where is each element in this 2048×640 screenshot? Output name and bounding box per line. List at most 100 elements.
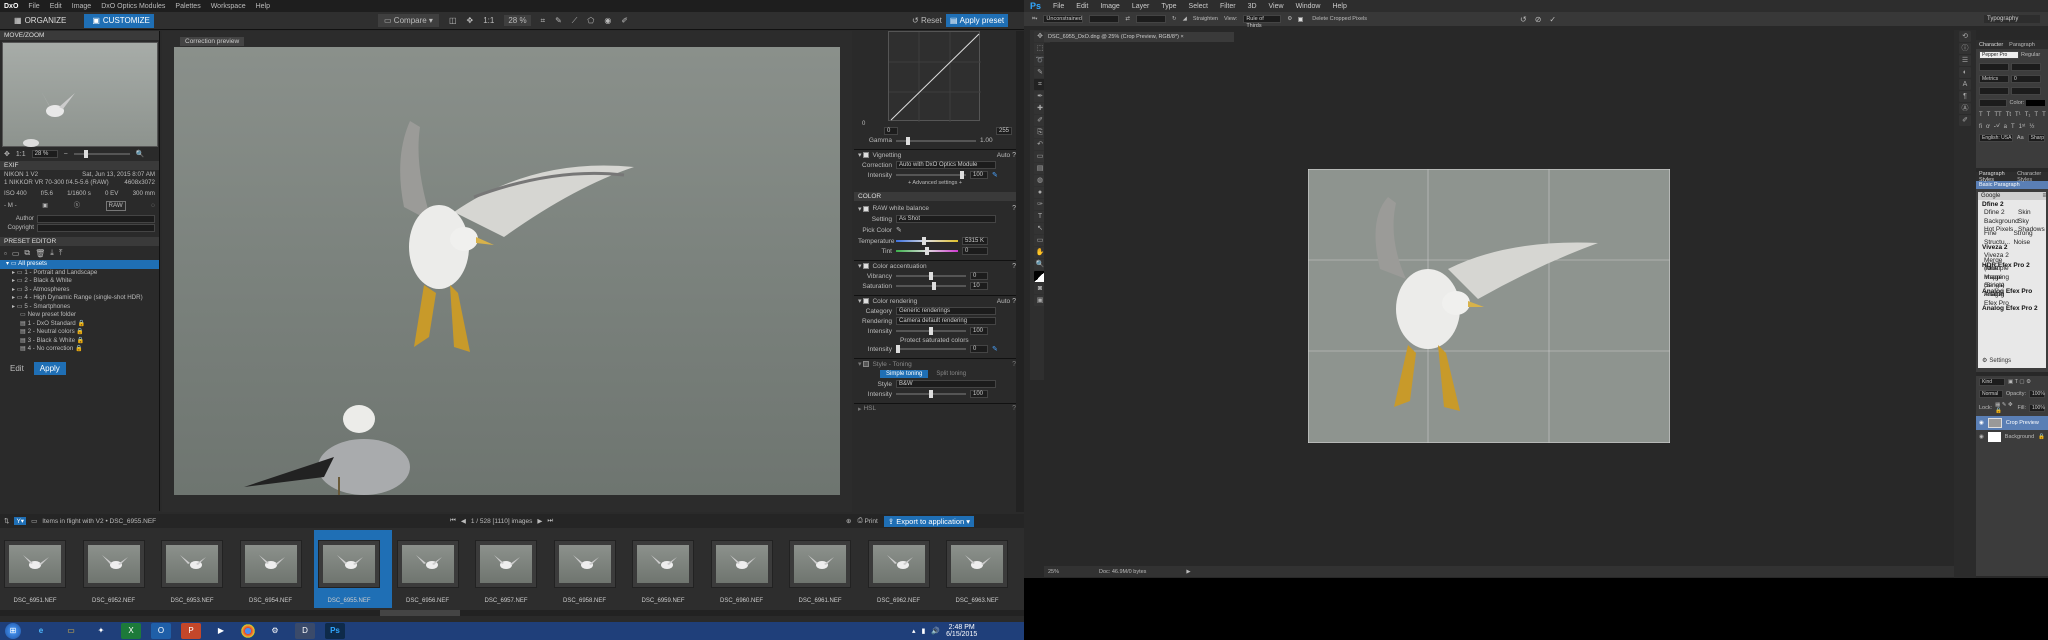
straighten-tool-icon[interactable]: ◢ [1183, 16, 1187, 22]
info-panel-icon[interactable]: ⓘ [1959, 43, 1971, 54]
filter-item[interactable]: Strong Noise [2013, 230, 2046, 247]
kerning-select[interactable]: Metrics [1979, 75, 2009, 83]
dxo-taskbar-icon[interactable]: D [295, 623, 315, 639]
font-size-field[interactable] [1979, 63, 2009, 71]
leading-field[interactable] [2011, 63, 2041, 71]
faux-bold-icon[interactable]: T [1979, 112, 1983, 118]
start-button[interactable]: ⊞ [5, 623, 21, 639]
filmstrip-thumbnail[interactable] [475, 540, 537, 588]
vibrancy-slider[interactable] [896, 272, 966, 280]
workspace-select[interactable]: Typography [1984, 15, 2040, 23]
language-select[interactable]: English: USA [1979, 134, 2013, 142]
status-arrow-icon[interactable]: ▶ [1186, 569, 1190, 575]
powerpoint-icon[interactable]: P [181, 623, 201, 639]
reset-crop-icon[interactable]: ↺ [1520, 15, 1527, 24]
collapse-icon[interactable]: ▾ [858, 262, 862, 270]
filmstrip-thumbnail[interactable] [867, 540, 930, 588]
gamma-slider[interactable] [896, 136, 976, 145]
ps-menu-file[interactable]: File [1053, 3, 1064, 10]
vignetting-auto[interactable]: Auto [997, 152, 1010, 159]
layer-row[interactable]: ◉ Background 🔒 [1976, 430, 2048, 444]
author-field[interactable] [37, 215, 155, 223]
preset-folder[interactable]: ▸ ▭ 2 - Black & White [0, 277, 159, 286]
zoom-out-icon[interactable]: − [64, 151, 68, 158]
tint-value[interactable]: 0 [962, 247, 988, 255]
clock-date[interactable]: 6/15/2015 [946, 631, 977, 638]
history-icon[interactable]: ⟲ [1959, 31, 1971, 42]
filmstrip-thumbnail[interactable] [396, 540, 459, 588]
clock-time[interactable]: 2:48 PM [946, 624, 977, 631]
fill-field[interactable]: 100% [2029, 404, 2045, 412]
menu-file[interactable]: File [28, 3, 39, 10]
saturation-value[interactable]: 10 [970, 282, 988, 290]
paragraph-tab[interactable]: Paragraph [2009, 42, 2035, 48]
underline-icon[interactable]: T [2034, 112, 2038, 118]
image-viewer[interactable]: Correction preview [162, 31, 852, 512]
crop-tool-icon[interactable]: ⌗▾ [1032, 16, 1037, 23]
movezoom-zoom-field[interactable]: 28 % [31, 150, 58, 158]
export-button[interactable]: ⇪ Export to application ▾ [883, 515, 975, 527]
all-caps-icon[interactable]: TT [1994, 112, 2001, 118]
preset-all[interactable]: ▾ ▭ All presets [0, 260, 159, 269]
sort-icon[interactable]: ⇅ [4, 517, 9, 525]
filmstrip-thumbnail[interactable] [553, 540, 616, 588]
visibility-eye-icon[interactable]: ◉ [1979, 420, 1984, 426]
navigator-thumbnail[interactable] [2, 42, 158, 147]
ps-menu-image[interactable]: Image [1100, 3, 1119, 10]
rendering-intensity-slider[interactable] [896, 327, 966, 335]
panel-menu-icon[interactable]: ≡ [2042, 193, 2046, 199]
filmstrip-scrollbar[interactable] [0, 610, 1024, 616]
filter-item[interactable]: Skin [2018, 209, 2031, 218]
settings-app-icon[interactable]: ⚙ [265, 623, 285, 639]
straighten-icon[interactable]: ⟋ [572, 16, 578, 26]
movezoom-slider[interactable] [73, 150, 130, 158]
hscale-field[interactable] [2011, 87, 2041, 95]
preset-item[interactable]: ▤ 3 - Black & White 🔒 [0, 337, 159, 346]
reset-button[interactable]: ↺ Reset [912, 16, 942, 25]
export-icon[interactable]: ⤒ [59, 248, 63, 258]
edit-button[interactable]: Edit [4, 362, 30, 375]
temperature-value[interactable]: 5315 K [962, 237, 988, 245]
glyph-icon[interactable]: Ⓐ [1959, 103, 1971, 114]
strikethrough-icon[interactable]: T [2042, 112, 2046, 118]
collapse-icon[interactable]: ▾ [858, 205, 862, 213]
split-toning-tab[interactable]: Split toning [930, 370, 972, 378]
vignetting-intensity-slider[interactable] [896, 171, 966, 179]
preset-item[interactable]: ▤ 2 - Neutral colors 🔒 [0, 328, 159, 337]
preset-item[interactable]: ▤ 4 - No correction 🔒 [0, 345, 159, 354]
tab-customize[interactable]: ▣ CUSTOMIZE [84, 13, 155, 28]
accent-checkbox[interactable] [863, 263, 870, 269]
vignetting-correction-select[interactable]: Auto with DxO Optics Module [896, 161, 996, 169]
apply-preset-button[interactable]: ▤ Apply preset [945, 14, 1009, 27]
opacity-field[interactable]: 100% [2029, 390, 2045, 398]
visibility-eye-icon[interactable]: ◉ [1979, 434, 1984, 440]
first-image-icon[interactable]: ⏮ [450, 517, 456, 525]
delete-cropped-checkbox[interactable] [1298, 16, 1304, 22]
properties-icon[interactable]: ☰ [1959, 55, 1971, 66]
folder-icon[interactable]: ▭ [12, 249, 20, 258]
layer-row[interactable]: ◉ Crop Preview [1976, 416, 2048, 430]
ps-doc-tab[interactable]: DSC_6955_DxO.dng @ 25% (Crop Preview, RG… [1044, 32, 1234, 42]
filmstrip-thumbnail[interactable] [161, 540, 223, 588]
rendering-auto[interactable]: Auto [997, 298, 1010, 305]
movezoom-1-1[interactable]: 1:1 [16, 151, 26, 158]
crop-icon[interactable]: ⌗ [541, 16, 546, 26]
delete-icon[interactable]: 🗑 [35, 249, 45, 258]
filmstrip-thumbnail[interactable] [710, 540, 773, 588]
menu-edit[interactable]: Edit [50, 3, 62, 10]
style-intensity-slider[interactable] [896, 390, 966, 398]
copyright-field[interactable] [37, 224, 155, 232]
vibrancy-value[interactable]: 0 [970, 272, 988, 280]
prev-image-icon[interactable]: ◀ [461, 517, 466, 525]
pan-icon[interactable]: ✥ [467, 16, 474, 25]
panel-scrollbar[interactable] [1016, 31, 1024, 512]
swash-icon[interactable]: 𝒜 [1994, 123, 2000, 130]
correction-preview-badge[interactable]: Correction preview [180, 37, 245, 46]
protect-intensity-value[interactable]: 0 [970, 345, 988, 353]
tab-organize[interactable]: ▦ ORGANIZE [6, 14, 74, 28]
tone-in-max[interactable]: 255 [996, 127, 1012, 135]
wb-setting-select[interactable]: As Shot [896, 215, 996, 223]
hsl-title[interactable]: HSL [863, 405, 1012, 412]
font-family-select[interactable]: Pepper Pro [1979, 51, 2019, 59]
rendering-select[interactable]: Camera default rendering [896, 317, 996, 325]
